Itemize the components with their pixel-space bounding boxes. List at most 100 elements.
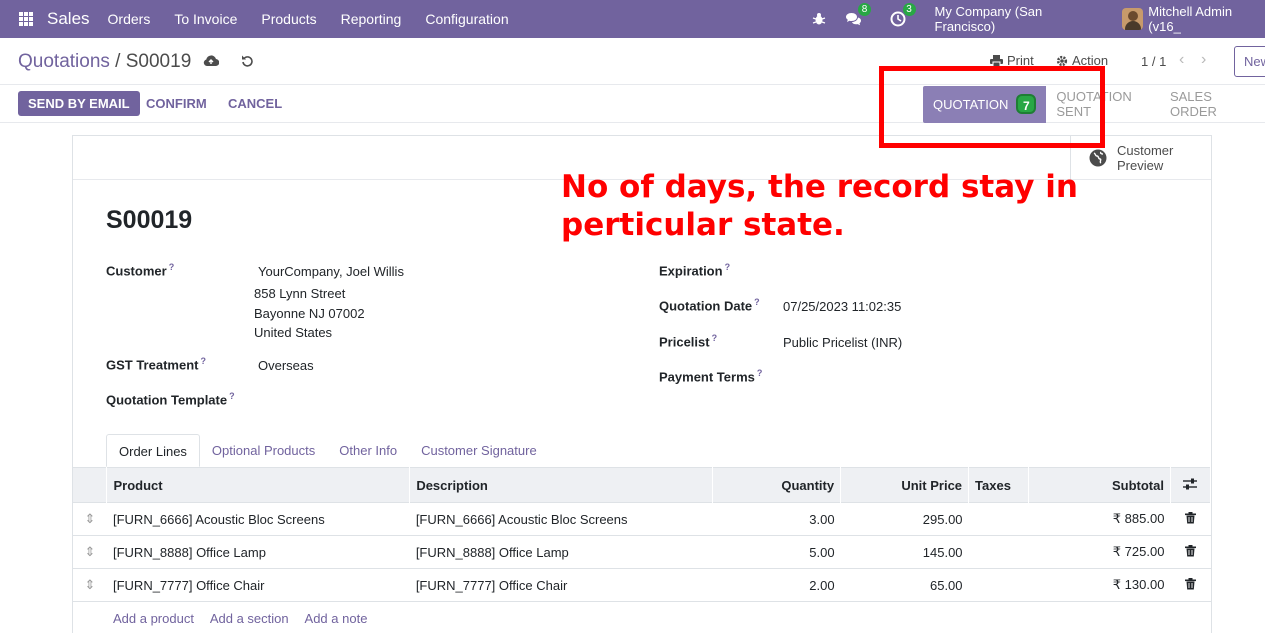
delete-trash-icon[interactable] (1170, 503, 1210, 536)
quantity-cell[interactable]: 2.00 (713, 569, 841, 602)
expiration-help-icon[interactable]: ? (725, 262, 731, 272)
sliders-icon (1183, 478, 1198, 489)
table-row[interactable]: ⇕ [FURN_8888] Office Lamp [FURN_8888] Of… (73, 536, 1211, 569)
messages-chat-icon[interactable]: 8 (845, 3, 872, 28)
breadcrumb-current: S00019 (125, 51, 192, 72)
subtotal-cell: ₹ 725.00 (1112, 544, 1165, 559)
send-by-email-button[interactable]: SEND BY EMAIL (18, 91, 140, 116)
notebook-tabs: Order Lines Optional Products Other Info… (106, 434, 549, 467)
gear-icon (1056, 55, 1068, 66)
table-header-row: Product Description Quantity Unit Price … (73, 467, 1212, 503)
subtotal-column-header[interactable]: Subtotal (1028, 467, 1171, 503)
optional-columns-toggle[interactable] (1170, 467, 1212, 503)
tab-customer-signature[interactable]: Customer Signature (409, 434, 549, 467)
activities-clock-icon[interactable]: 3 (889, 3, 916, 28)
quantity-cell[interactable]: 3.00 (713, 503, 841, 536)
action-button[interactable]: Action (1056, 53, 1108, 68)
debug-bug-icon[interactable] (810, 10, 828, 28)
app-menu-icon[interactable] (19, 12, 33, 26)
expiration-label: Expiration? (659, 262, 731, 279)
confirm-button[interactable]: CONFIRM (146, 91, 207, 116)
gst-help-icon[interactable]: ? (200, 356, 206, 366)
add-section-link[interactable]: Add a section (210, 611, 289, 626)
control-panel: Quotations / S00019 Print Action 1 / 1 ‹… (0, 38, 1265, 85)
discard-undo-icon[interactable] (241, 54, 254, 70)
app-name[interactable]: Sales (47, 9, 90, 29)
status-bar-row: SEND BY EMAIL CONFIRM CANCEL QUOTATION 7… (0, 85, 1265, 123)
pricelist-field[interactable]: Public Pricelist (INR) (783, 335, 902, 350)
customer-address-line-3: United States (254, 325, 333, 340)
gst-treatment-label: GST Treatment? (106, 356, 206, 373)
breadcrumb-separator: / (109, 51, 126, 72)
delete-trash-icon[interactable] (1170, 569, 1210, 602)
user-menu[interactable]: Mitchell Admin (v16_ (1148, 4, 1265, 34)
stage-quotation-label: QUOTATION (933, 96, 1009, 112)
description-column-header[interactable]: Description (409, 467, 714, 503)
add-line-row: Add a product Add a section Add a note (73, 602, 1211, 633)
menu-products[interactable]: Products (261, 11, 316, 27)
menu-to-invoice[interactable]: To Invoice (174, 11, 237, 27)
drag-handle-icon[interactable]: ⇕ (73, 503, 107, 536)
customer-help-icon[interactable]: ? (169, 262, 175, 272)
quotation-date-field[interactable]: 07/25/2023 11:02:35 (783, 299, 901, 314)
navbar-systray: 8 3 My Company (San Francisco) Mitchell … (810, 0, 1265, 38)
drag-handle-icon[interactable]: ⇕ (73, 569, 107, 602)
drag-handle-icon[interactable]: ⇕ (73, 536, 107, 569)
payment-terms-help-icon[interactable]: ? (757, 368, 763, 378)
pager-value[interactable]: 1 / 1 (1141, 54, 1166, 69)
tab-other-info[interactable]: Other Info (327, 434, 409, 467)
product-cell[interactable]: [FURN_7777] Office Chair (107, 569, 410, 602)
product-cell[interactable]: [FURN_6666] Acoustic Bloc Screens (107, 503, 410, 536)
tab-optional-products[interactable]: Optional Products (200, 434, 327, 467)
order-lines-table: Product Description Quantity Unit Price … (73, 467, 1212, 633)
cancel-button[interactable]: CANCEL (228, 91, 282, 116)
save-cloud-icon[interactable] (203, 54, 220, 70)
product-cell[interactable]: [FURN_8888] Office Lamp (107, 536, 410, 569)
table-row[interactable]: ⇕ [FURN_7777] Office Chair [FURN_7777] O… (73, 569, 1211, 602)
quotation-date-label: Quotation Date? (659, 297, 760, 314)
print-button[interactable]: Print (990, 53, 1034, 68)
add-product-link[interactable]: Add a product (113, 611, 194, 626)
new-button[interactable]: New (1234, 46, 1265, 77)
description-cell[interactable]: [FURN_7777] Office Chair (410, 569, 713, 602)
taxes-column-header[interactable]: Taxes (968, 467, 1030, 503)
quotation-template-label: Quotation Template? (106, 391, 235, 408)
unit-price-cell[interactable]: 65.00 (841, 569, 969, 602)
breadcrumb-quotations-link[interactable]: Quotations (18, 51, 110, 72)
tab-order-lines[interactable]: Order Lines (106, 434, 200, 467)
stage-sales-order[interactable]: SALES ORDER (1170, 86, 1265, 123)
quotation-date-help-icon[interactable]: ? (754, 297, 760, 307)
gst-treatment-field[interactable]: Overseas (258, 358, 314, 373)
taxes-cell[interactable] (969, 569, 1029, 602)
menu-reporting[interactable]: Reporting (341, 11, 402, 27)
table-row[interactable]: ⇕ [FURN_6666] Acoustic Bloc Screens [FUR… (73, 503, 1211, 536)
print-label: Print (1007, 53, 1034, 68)
stage-quotation-sent[interactable]: QUOTATION SENT (1046, 86, 1170, 123)
description-cell[interactable]: [FURN_8888] Office Lamp (410, 536, 713, 569)
stage-quotation[interactable]: QUOTATION 7 (923, 85, 1047, 123)
unit-price-cell[interactable]: 295.00 (841, 503, 969, 536)
company-switcher[interactable]: My Company (San Francisco) (935, 4, 1102, 34)
user-avatar[interactable] (1121, 8, 1144, 30)
template-help-icon[interactable]: ? (229, 391, 235, 401)
top-navbar: Sales Orders To Invoice Products Reporti… (0, 0, 1265, 38)
pricelist-help-icon[interactable]: ? (712, 333, 718, 343)
taxes-cell[interactable] (969, 536, 1029, 569)
menu-configuration[interactable]: Configuration (425, 11, 508, 27)
annotation-text: No of days, the record stay in perticula… (561, 169, 1078, 243)
customer-field[interactable]: YourCompany, Joel Willis (258, 264, 404, 279)
pager-next-icon[interactable]: › (1201, 51, 1206, 69)
menu-orders[interactable]: Orders (108, 11, 151, 27)
unit-price-cell[interactable]: 145.00 (841, 536, 969, 569)
add-note-link[interactable]: Add a note (305, 611, 368, 626)
delete-trash-icon[interactable] (1170, 536, 1210, 569)
taxes-cell[interactable] (969, 503, 1029, 536)
pager-previous-icon[interactable]: ‹ (1179, 51, 1184, 69)
state-days-badge: 7 (1016, 94, 1037, 114)
description-cell[interactable]: [FURN_6666] Acoustic Bloc Screens (410, 503, 713, 536)
product-column-header[interactable]: Product (106, 467, 411, 503)
unit-price-column-header[interactable]: Unit Price (840, 467, 970, 503)
quantity-cell[interactable]: 5.00 (713, 536, 841, 569)
messages-count-badge: 8 (858, 3, 872, 16)
quantity-column-header[interactable]: Quantity (712, 467, 842, 503)
